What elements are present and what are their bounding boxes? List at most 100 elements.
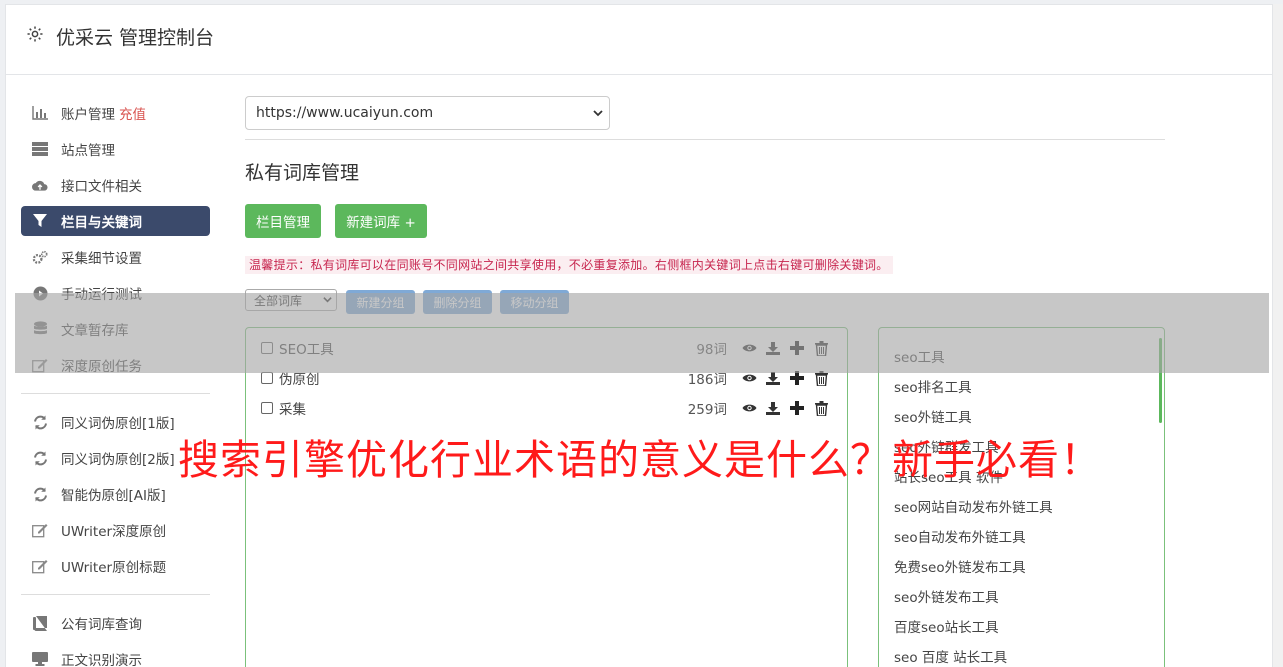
database-icon: [32, 321, 48, 337]
page-header: 优采云 管理控制台: [6, 5, 1272, 75]
lexicon-name[interactable]: SEO工具: [279, 338, 677, 358]
lexicon-count: 186词: [687, 372, 727, 388]
sidebar-divider: [21, 594, 210, 595]
eye-icon[interactable]: [737, 403, 761, 413]
cloud-upload-icon: [32, 177, 48, 193]
trash-icon[interactable]: [809, 400, 833, 416]
trash-icon[interactable]: [809, 340, 833, 356]
recharge-link[interactable]: 充值: [119, 103, 146, 123]
sidebar-item-label: 采集细节设置: [61, 251, 142, 267]
keyword-item[interactable]: seo工具: [894, 346, 945, 366]
keyword-item[interactable]: 站长seo工具 软件: [894, 466, 1003, 486]
sidebar-item-article-store[interactable]: 文章暂存库: [21, 314, 210, 344]
lexicon-checkbox[interactable]: [261, 342, 273, 354]
keyword-panel: seo工具 seo排名工具 seo外链工具 seo外链群发工具 站长seo工具 …: [878, 327, 1165, 667]
keyword-item[interactable]: seo 百度 站长工具: [894, 646, 1007, 666]
filter-icon: [32, 213, 48, 229]
refresh-icon: [32, 486, 48, 502]
edit-icon: [32, 357, 48, 373]
bar-chart-icon: [32, 105, 48, 121]
chevron-down-icon: [593, 110, 603, 117]
page-scrollbar[interactable]: [1273, 4, 1283, 667]
keyword-item[interactable]: seo外链工具: [894, 406, 972, 426]
sidebar-item-label: 栏目与关键词: [61, 215, 142, 231]
cogs-icon: [32, 249, 48, 265]
move-group-button[interactable]: 移动分组: [500, 290, 569, 314]
sidebar-item-label: 同义词伪原创[2版]: [61, 452, 175, 468]
sidebar-item-label: 正文识别演示: [61, 653, 142, 667]
sidebar-item-public-lexicon[interactable]: 公有词库查询: [21, 608, 210, 638]
sidebar-item-text-recognition[interactable]: 正文识别演示: [21, 644, 210, 667]
desktop-icon: [32, 651, 48, 667]
sidebar-item-uwriter-original[interactable]: UWriter深度原创: [21, 515, 210, 545]
keyword-item[interactable]: 免费seo外链发布工具: [894, 556, 1026, 576]
sidebar-item-sites[interactable]: 站点管理: [21, 134, 210, 164]
sidebar-divider: [21, 393, 210, 394]
keyword-item[interactable]: seo自动发布外链工具: [894, 526, 1026, 546]
new-group-button[interactable]: 新建分组: [346, 290, 415, 314]
sidebar-item-label: 接口文件相关: [61, 179, 142, 195]
keyword-item[interactable]: seo排名工具: [894, 376, 972, 396]
site-select-value: https://www.ucaiyun.com: [256, 105, 434, 121]
site-select[interactable]: https://www.ucaiyun.com: [245, 96, 610, 130]
sidebar-item-collect-settings[interactable]: 采集细节设置: [21, 242, 210, 272]
new-lexicon-button[interactable]: 新建词库 +: [335, 204, 427, 238]
sidebar-item-synonym-v1[interactable]: 同义词伪原创[1版]: [21, 407, 210, 437]
content-divider: [245, 139, 1165, 140]
play-circle-icon: [32, 285, 48, 301]
sidebar-item-label: 智能伪原创[AI版]: [61, 488, 166, 504]
sidebar-item-label: 公有词库查询: [61, 617, 142, 633]
lexicon-count: 259词: [687, 402, 727, 418]
eye-icon[interactable]: [737, 373, 761, 383]
page-title: 私有词库管理: [245, 162, 360, 184]
gear-icon: [27, 26, 43, 42]
lexicon-name[interactable]: 采集: [279, 398, 677, 418]
sidebar-item-ai-rewrite[interactable]: 智能伪原创[AI版]: [21, 479, 210, 509]
group-select-value: 全部词库: [254, 293, 303, 308]
sidebar-item-label: UWriter原创标题: [61, 560, 167, 576]
sidebar-item-columns-keywords[interactable]: 栏目与关键词: [21, 206, 210, 236]
keyword-scrollbar[interactable]: [1159, 338, 1162, 423]
lexicon-checkbox[interactable]: [261, 402, 273, 414]
sidebar-item-deep-original-task[interactable]: 深度原创任务: [21, 350, 210, 380]
keyword-item[interactable]: seo网站自动发布外链工具: [894, 496, 1053, 516]
eye-icon[interactable]: [737, 343, 761, 353]
keyword-item[interactable]: seo外链发布工具: [894, 586, 999, 606]
keyword-item[interactable]: 百度seo站长工具: [894, 616, 999, 636]
delete-group-button[interactable]: 删除分组: [423, 290, 492, 314]
refresh-icon: [32, 414, 48, 430]
sidebar-item-label: 账户管理: [61, 107, 115, 123]
keyword-item[interactable]: seo外链群发工具: [894, 436, 999, 456]
list-item[interactable]: 伪原创 186词: [261, 366, 833, 390]
book-icon: [32, 615, 48, 631]
sidebar-item-label: 深度原创任务: [61, 359, 142, 375]
download-icon[interactable]: [761, 341, 785, 355]
lexicon-name[interactable]: 伪原创: [279, 368, 677, 388]
sidebar-item-uwriter-title[interactable]: UWriter原创标题: [21, 551, 210, 581]
sidebar-item-label: UWriter深度原创: [61, 524, 167, 540]
plus-icon[interactable]: [785, 341, 809, 355]
server-icon: [32, 141, 48, 157]
app-title: 优采云 管理控制台: [56, 27, 215, 49]
tip-text: 温馨提示：私有词库可以在同账号不同网站之间共享使用，不必重复添加。右侧框内关键词…: [245, 256, 893, 274]
column-manage-button[interactable]: 栏目管理: [245, 204, 321, 238]
lexicon-checkbox[interactable]: [261, 372, 273, 384]
download-icon[interactable]: [761, 401, 785, 415]
lexicon-count: 98词: [696, 342, 727, 358]
list-item[interactable]: 采集 259词: [261, 396, 833, 420]
trash-icon[interactable]: [809, 370, 833, 386]
group-select[interactable]: 全部词库: [245, 289, 337, 311]
sidebar-item-label: 同义词伪原创[1版]: [61, 416, 175, 432]
sidebar-item-label: 站点管理: [61, 143, 115, 159]
plus-icon[interactable]: [785, 401, 809, 415]
refresh-icon: [32, 450, 48, 466]
edit-icon: [32, 522, 48, 538]
download-icon[interactable]: [761, 371, 785, 385]
plus-icon[interactable]: [785, 371, 809, 385]
sidebar-item-synonym-v2[interactable]: 同义词伪原创[2版]: [21, 443, 210, 473]
list-item[interactable]: SEO工具 98词: [261, 336, 833, 360]
sidebar-item-manual-run[interactable]: 手动运行测试: [21, 278, 210, 308]
sidebar-item-account[interactable]: 账户管理 充值: [21, 98, 210, 128]
lexicon-list-panel: SEO工具 98词 伪原创 186词 采集 259词: [245, 327, 848, 667]
sidebar-item-api-files[interactable]: 接口文件相关: [21, 170, 210, 200]
